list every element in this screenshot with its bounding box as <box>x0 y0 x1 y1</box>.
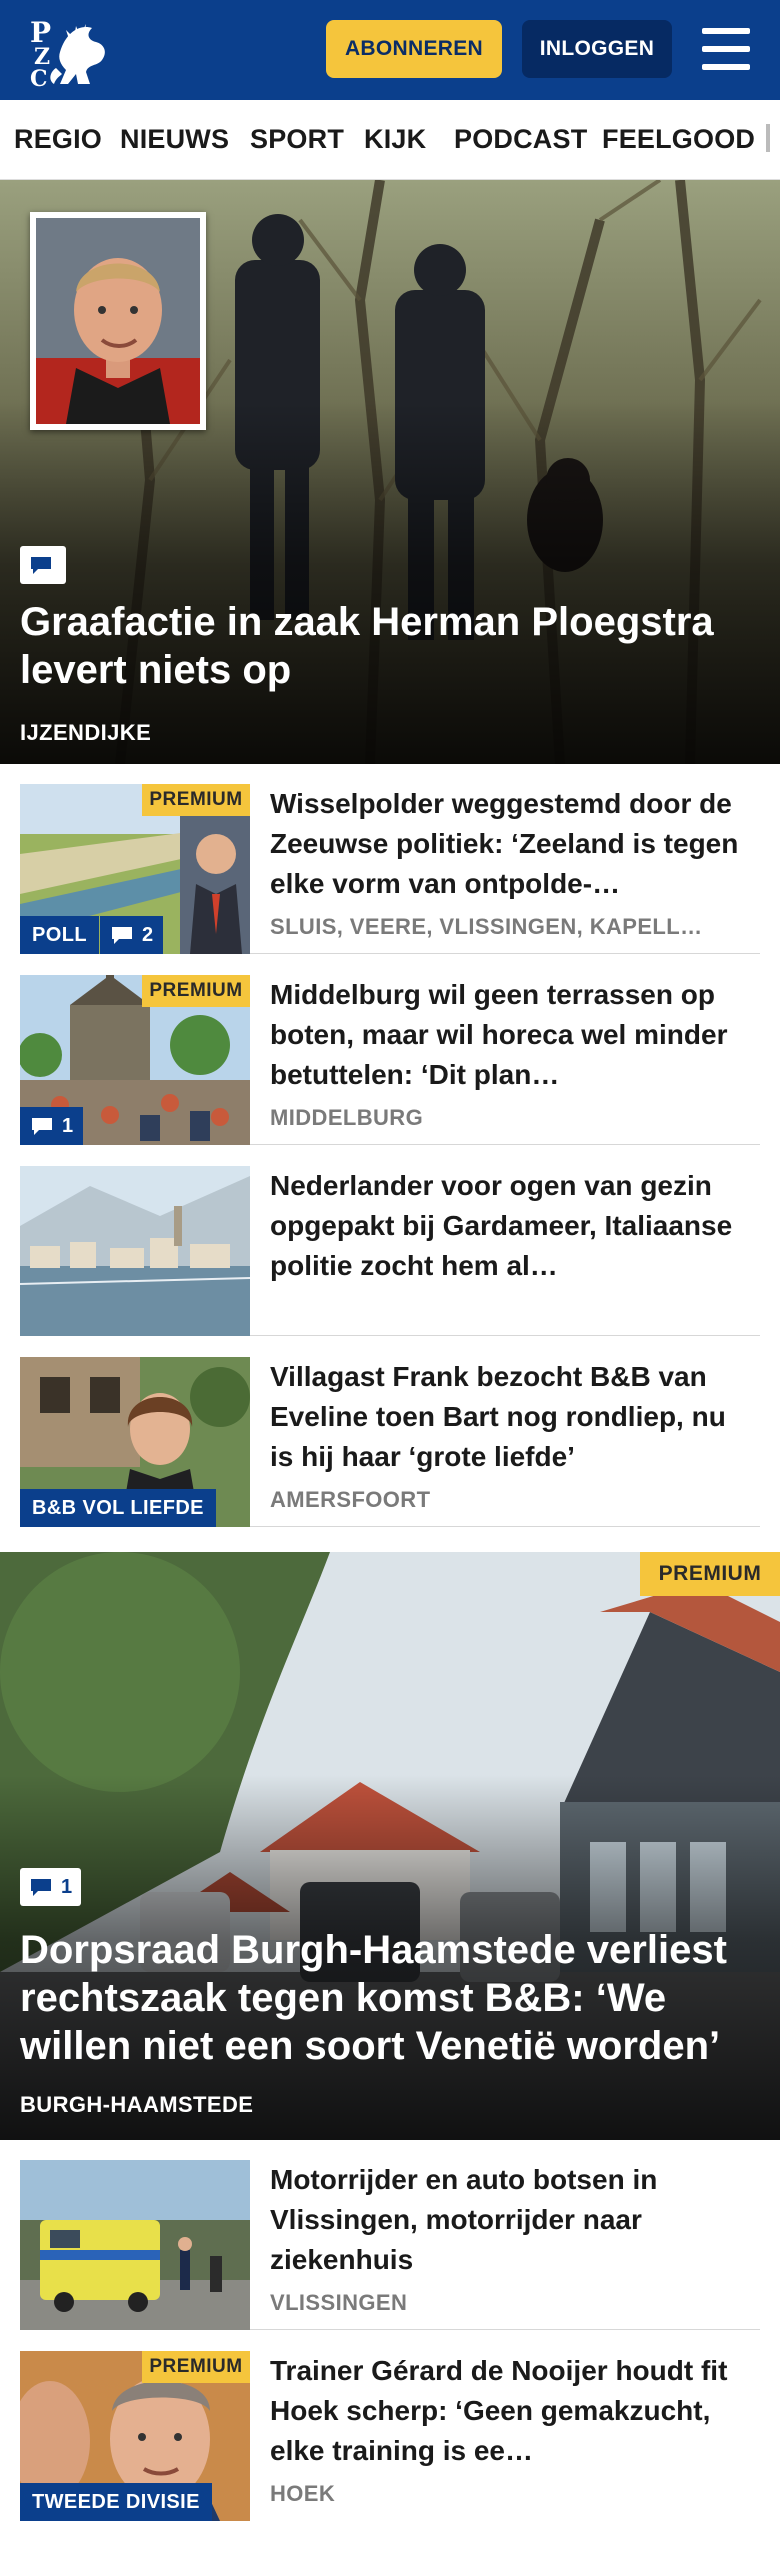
comment-icon <box>31 1879 51 1896</box>
nav-item-kijk[interactable]: KIJK <box>364 124 426 155</box>
nav-overflow-indicator <box>766 124 770 152</box>
nav-item-regio[interactable]: REGIO <box>14 124 102 155</box>
article-thumbnail <box>20 2160 250 2330</box>
hero-article[interactable]: PREMIUM 1 Dorpsraad Burgh-Haamstede verl… <box>0 1552 780 2140</box>
article-location: MIDDELBURG <box>270 1105 424 1130</box>
list-item[interactable]: Motorrijder en auto botsen in Vlissingen… <box>20 2140 760 2330</box>
article-location: HOEK <box>270 2481 336 2506</box>
menu-icon-bar <box>702 64 750 70</box>
article-title[interactable]: Trainer Gérard de Nooijer houdt fit Hoek… <box>270 2351 748 2471</box>
comment-icon <box>112 927 132 944</box>
premium-badge: PREMIUM <box>142 975 250 1007</box>
comment-count: 1 <box>61 1875 73 1898</box>
top-header: P Z C ABONNEREN INLOGGEN <box>0 0 780 100</box>
list-item[interactable]: Nederlander voor ogen van gezin opgepakt… <box>20 1146 760 1336</box>
series-tag: B&B VOL LIEFDE <box>20 1489 216 1527</box>
article-title[interactable]: Nederlander voor ogen van gezin opgepakt… <box>270 1166 748 1286</box>
article-thumbnail <box>20 1166 250 1336</box>
comment-count-badge: 1 <box>20 1107 84 1145</box>
article-title[interactable]: Wisselpolder weggestemd door de Zeeuwse … <box>270 784 748 904</box>
comment-badge <box>20 546 66 584</box>
article-title[interactable]: Villagast Frank bezocht B&B van Eveline … <box>270 1357 748 1477</box>
menu-icon[interactable] <box>698 24 754 74</box>
section-nav: REGIO NIEUWS SPORT KIJK PODCAST FEELGOOD <box>0 100 780 180</box>
article-location: SLUIS, VEERE, VLISSINGEN, KAPELL… <box>270 914 703 939</box>
premium-badge: PREMIUM <box>142 2351 250 2383</box>
comment-count-badge: 1 <box>20 1868 82 1906</box>
article-title[interactable]: Middelburg wil geen terrassen op boten, … <box>270 975 748 1095</box>
pzc-logo[interactable]: P Z C <box>26 12 116 88</box>
hero-gradient <box>0 401 780 764</box>
comment-count: 2 <box>142 923 154 946</box>
article-location: AMERSFOORT <box>270 1487 431 1512</box>
subscribe-button[interactable]: ABONNEREN <box>326 20 502 78</box>
comment-count: 1 <box>62 1114 74 1137</box>
premium-badge: PREMIUM <box>142 784 250 816</box>
menu-icon-bar <box>702 46 750 52</box>
hero-location: BURGH-HAAMSTEDE <box>20 2092 254 2117</box>
hero-title[interactable]: Dorpsraad Burgh-Haamstede verliest recht… <box>20 1926 754 2070</box>
menu-icon-bar <box>702 28 750 34</box>
article-location: VLISSINGEN <box>270 2290 408 2315</box>
series-tag: TWEEDE DIVISIE <box>20 2483 212 2521</box>
login-button[interactable]: INLOGGEN <box>522 20 672 78</box>
poll-tag: POLL <box>20 916 99 954</box>
pzc-logo-mark: P Z C <box>30 16 105 88</box>
premium-badge: PREMIUM <box>640 1552 780 1596</box>
comment-icon <box>31 557 51 574</box>
comment-count-badge: 2 <box>100 916 164 954</box>
list-item[interactable]: PREMIUM POLL 2 Wisselpolder weggestemd d… <box>20 764 760 954</box>
comment-icon <box>32 1118 52 1135</box>
list-item[interactable]: PREMIUM 1 Middelburg wil geen terrassen … <box>20 955 760 1145</box>
list-item[interactable]: B&B VOL LIEFDE Villagast Frank bezocht B… <box>20 1337 760 1527</box>
list-item[interactable]: PREMIUM TWEEDE DIVISIE Trainer Gérard de… <box>20 2331 760 2521</box>
hero-article[interactable]: Graafactie in zaak Herman Ploegstra leve… <box>0 180 780 764</box>
hero-location: IJZENDIJKE <box>20 720 152 745</box>
svg-text:C: C <box>30 66 48 88</box>
nav-item-nieuws[interactable]: NIEUWS <box>120 124 229 155</box>
hero-title[interactable]: Graafactie in zaak Herman Ploegstra leve… <box>20 598 754 694</box>
article-title[interactable]: Motorrijder en auto botsen in Vlissingen… <box>270 2160 748 2280</box>
nav-item-podcast[interactable]: PODCAST <box>454 124 587 155</box>
portrait-photo <box>30 212 206 430</box>
nav-item-sport[interactable]: SPORT <box>250 124 344 155</box>
nav-item-feelgood[interactable]: FEELGOOD <box>602 124 755 155</box>
